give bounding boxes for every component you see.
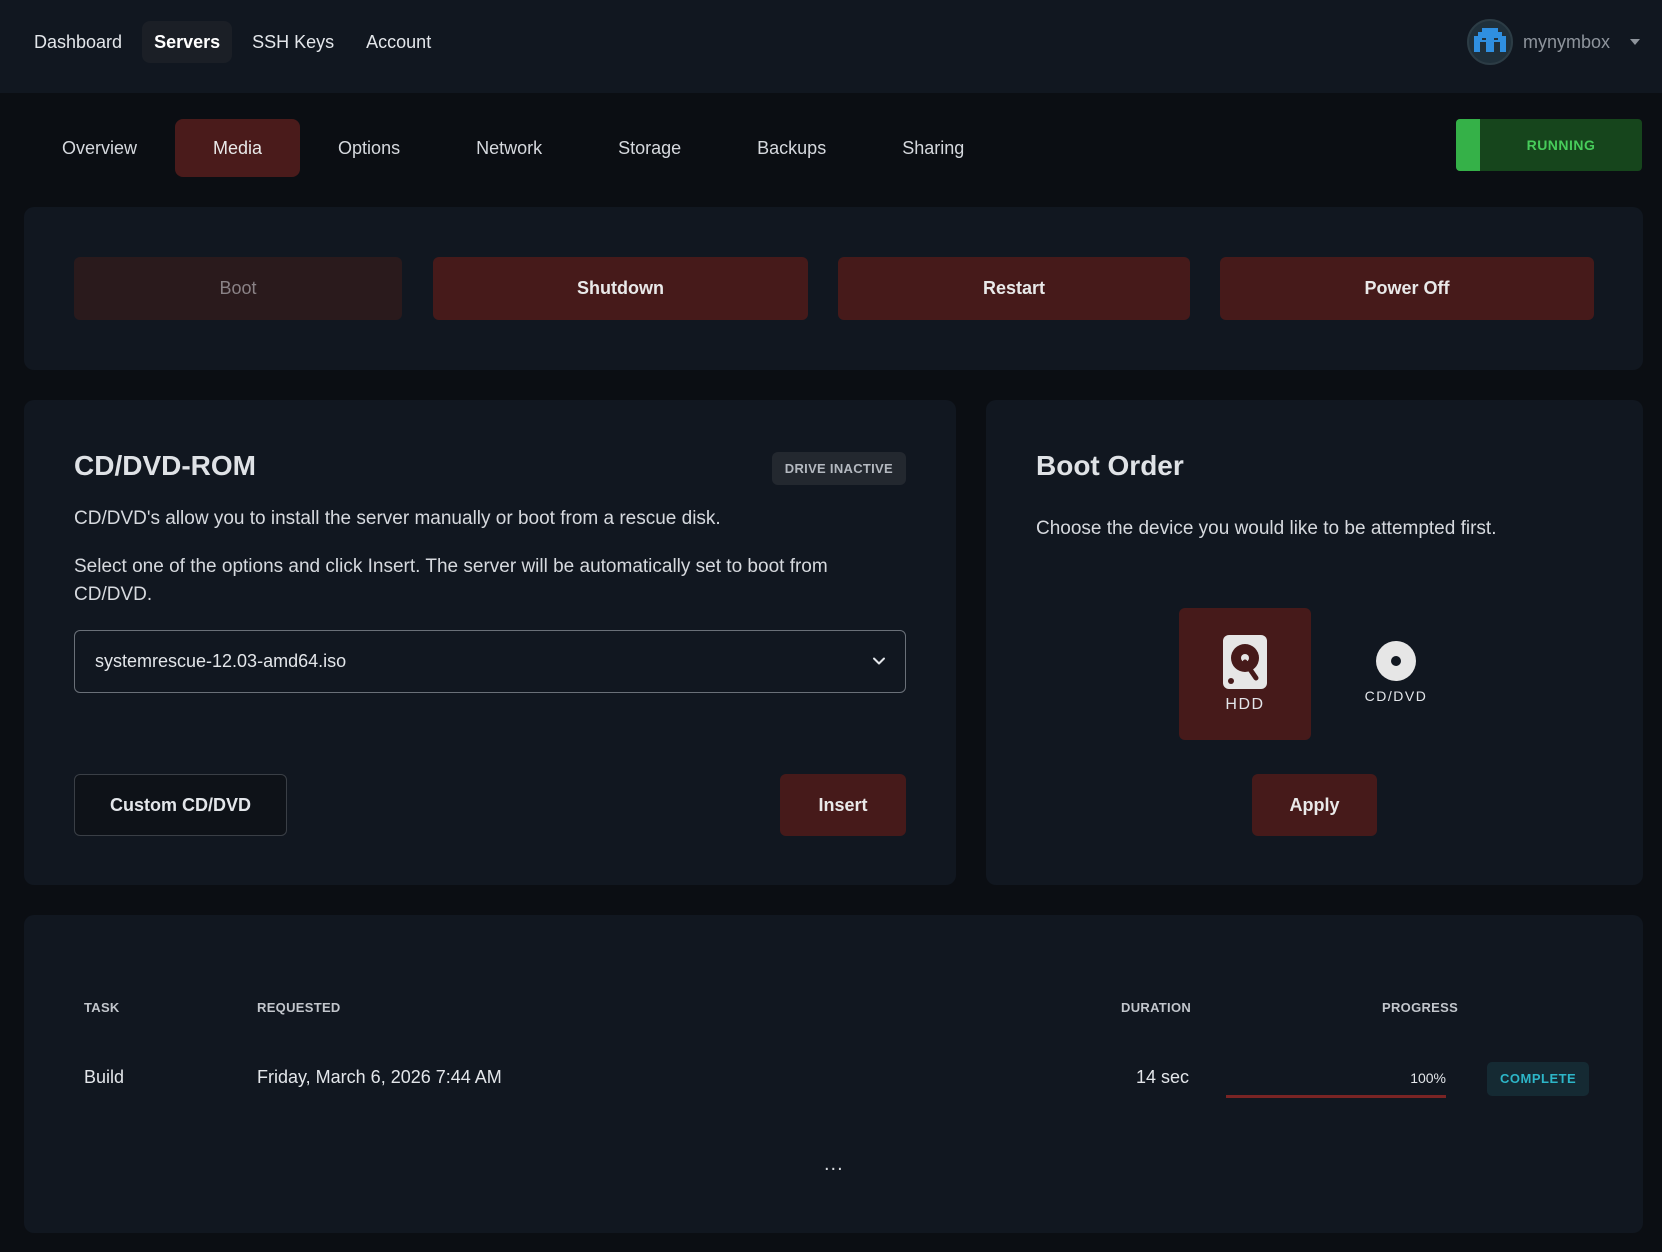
cd-dvd-description: CD/DVD's allow you to install the server… xyxy=(74,508,721,529)
column-header-task: TASK xyxy=(84,1000,120,1015)
iso-select[interactable]: systemrescue-12.03-amd64.iso xyxy=(74,630,906,693)
task-status-badge: COMPLETE xyxy=(1487,1062,1590,1096)
boot-device-cd-dvd[interactable]: CD/DVD xyxy=(1346,640,1446,704)
column-header-duration: DURATION xyxy=(1121,1000,1192,1015)
power-controls-panel: Boot Shutdown Restart Power Off xyxy=(24,207,1643,370)
user-menu[interactable]: mynymbox xyxy=(1466,19,1640,65)
caret-down-icon[interactable] xyxy=(1630,39,1640,45)
nav-ssh-keys[interactable]: SSH Keys xyxy=(240,21,346,63)
drive-status-badge: DRIVE INACTIVE xyxy=(771,452,906,485)
boot-order-title: Boot Order xyxy=(1036,450,1184,481)
cd-dvd-instructions: Select one of the options and click Inse… xyxy=(74,556,828,605)
cd-dvd-label: CD/DVD xyxy=(1364,688,1428,704)
status-indicator xyxy=(1456,119,1480,171)
tab-network[interactable]: Network xyxy=(438,119,580,177)
boot-button[interactable]: Boot xyxy=(74,257,402,320)
tab-sharing[interactable]: Sharing xyxy=(864,119,1002,177)
nav-account[interactable]: Account xyxy=(354,21,443,63)
progress-fill xyxy=(1226,1095,1446,1098)
tasks-panel: TASK REQUESTED DURATION PROGRESS Build F… xyxy=(24,915,1643,1233)
task-requested: Friday, March 6, 2026 7:44 AM xyxy=(257,1067,502,1087)
insert-button[interactable]: Insert xyxy=(780,774,906,836)
status-label: RUNNING xyxy=(1526,137,1596,153)
boot-order-description: Choose the device you would like to be a… xyxy=(1036,518,1497,539)
cd-dvd-title: CD/DVD-ROM xyxy=(74,450,256,481)
task-name: Build xyxy=(84,1067,125,1087)
task-duration: 14 sec xyxy=(1136,1067,1190,1087)
hdd-label: HDD xyxy=(1225,696,1265,713)
column-header-requested: REQUESTED xyxy=(257,1000,341,1015)
chevron-down-icon xyxy=(873,657,885,665)
progress-track xyxy=(1226,1095,1446,1098)
shutdown-button[interactable]: Shutdown xyxy=(433,257,808,320)
tab-overview[interactable]: Overview xyxy=(24,119,175,177)
disc-icon xyxy=(1376,641,1416,681)
task-progress: 100% xyxy=(1226,1070,1446,1098)
more-tasks-button[interactable]: ... xyxy=(824,1153,844,1176)
top-bar: Dashboard Servers SSH Keys Account mynym… xyxy=(0,0,1662,93)
tab-media[interactable]: Media xyxy=(175,119,301,177)
username[interactable]: mynymbox xyxy=(1523,32,1610,53)
server-status-badge: RUNNING xyxy=(1456,119,1642,171)
column-header-progress: PROGRESS xyxy=(1382,1000,1459,1015)
progress-percent: 100% xyxy=(1410,1070,1446,1086)
hard-drive-icon xyxy=(1223,635,1267,689)
avatar[interactable] xyxy=(1466,19,1513,65)
pixel-avatar-icon xyxy=(1473,28,1506,52)
tab-storage[interactable]: Storage xyxy=(580,119,719,177)
server-tabs: Overview Media Options Network Storage B… xyxy=(24,119,1002,177)
custom-cd-dvd-button[interactable]: Custom CD/DVD xyxy=(74,774,287,836)
power-off-button[interactable]: Power Off xyxy=(1220,257,1594,320)
cd-dvd-panel: CD/DVD-ROM DRIVE INACTIVE CD/DVD's allow… xyxy=(24,400,956,885)
boot-order-panel: Boot Order Choose the device you would l… xyxy=(986,400,1643,885)
main-nav: Dashboard Servers SSH Keys Account xyxy=(22,21,443,63)
restart-button[interactable]: Restart xyxy=(838,257,1190,320)
tab-backups[interactable]: Backups xyxy=(719,119,864,177)
boot-device-hdd[interactable]: HDD xyxy=(1179,608,1311,740)
tab-options[interactable]: Options xyxy=(300,119,438,177)
apply-button[interactable]: Apply xyxy=(1252,774,1377,836)
nav-servers[interactable]: Servers xyxy=(142,21,233,63)
nav-dashboard[interactable]: Dashboard xyxy=(22,21,134,63)
iso-select-value: systemrescue-12.03-amd64.iso xyxy=(95,651,347,671)
